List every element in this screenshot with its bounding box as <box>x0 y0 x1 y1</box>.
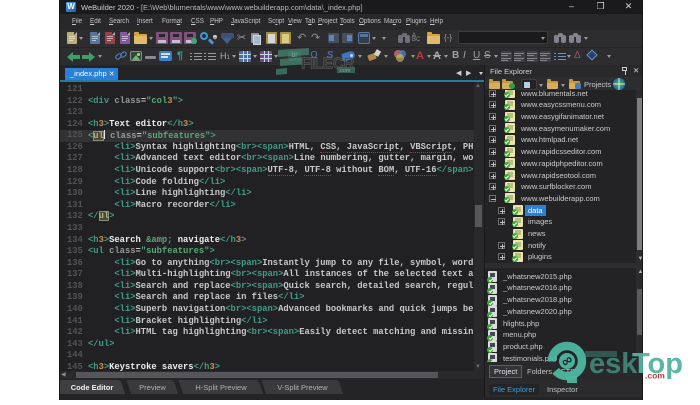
svg-text:esk: esk <box>589 348 638 380</box>
svg-text:.com: .com <box>645 371 665 381</box>
svg-text:.com: .com <box>339 68 351 74</box>
